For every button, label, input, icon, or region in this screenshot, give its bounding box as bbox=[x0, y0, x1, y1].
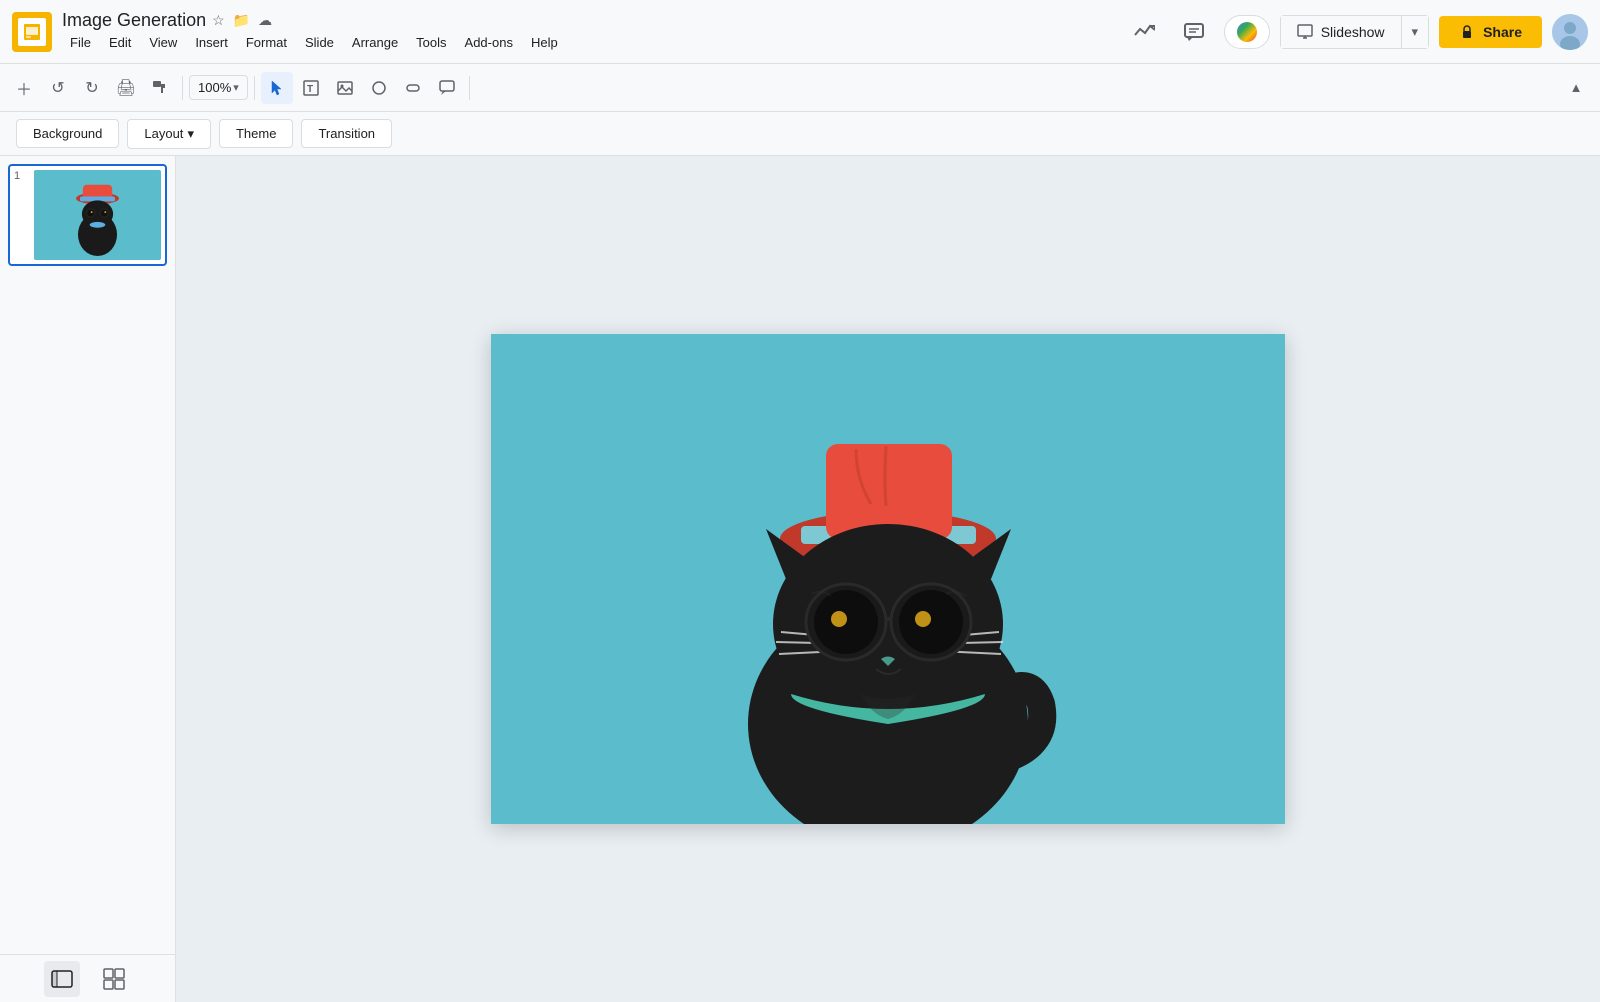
slideshow-main-button[interactable]: Slideshow bbox=[1280, 15, 1402, 49]
layout-dropdown-icon: ▾ bbox=[187, 126, 194, 142]
app-logo-inner bbox=[18, 18, 46, 46]
filmstrip-view-button[interactable] bbox=[44, 961, 80, 997]
layout-label: Layout bbox=[144, 126, 183, 141]
select-tool-button[interactable] bbox=[261, 72, 293, 104]
line-tool-button[interactable] bbox=[397, 72, 429, 104]
paint-format-button[interactable] bbox=[144, 72, 176, 104]
grid-view-icon bbox=[103, 968, 125, 990]
background-label: Background bbox=[33, 126, 102, 141]
image-tool-button[interactable] bbox=[329, 72, 361, 104]
slide-content-svg bbox=[491, 334, 1285, 824]
meet-button[interactable] bbox=[1224, 15, 1270, 49]
slide-thumb-image-1 bbox=[34, 170, 161, 260]
collapse-toolbar-button[interactable]: ▲ bbox=[1560, 72, 1592, 104]
share-label: Share bbox=[1483, 24, 1522, 40]
lock-icon bbox=[1459, 24, 1475, 40]
line-tool-icon bbox=[404, 79, 422, 97]
activity-icon bbox=[1133, 21, 1155, 43]
toolbar-separator-2 bbox=[254, 76, 255, 100]
grid-view-button[interactable] bbox=[96, 961, 132, 997]
canvas-area[interactable] bbox=[176, 156, 1600, 1002]
app-logo[interactable] bbox=[12, 12, 52, 52]
menu-view[interactable]: View bbox=[141, 31, 185, 54]
main-content: 1 bbox=[0, 156, 1600, 1002]
transition-button[interactable]: Transition bbox=[301, 119, 392, 148]
comments-icon-btn[interactable] bbox=[1174, 12, 1214, 52]
comment-icon bbox=[438, 79, 456, 97]
activity-icon-btn[interactable] bbox=[1124, 12, 1164, 52]
cursor-icon bbox=[268, 79, 286, 97]
theme-button[interactable]: Theme bbox=[219, 119, 293, 148]
menu-edit[interactable]: Edit bbox=[101, 31, 139, 54]
background-button[interactable]: Background bbox=[16, 119, 119, 148]
cloud-icon[interactable]: ☁ bbox=[258, 12, 272, 29]
doc-icons: ☆ 📁 ☁ bbox=[212, 12, 272, 29]
slide-canvas[interactable] bbox=[491, 334, 1285, 824]
menu-file[interactable]: File bbox=[62, 31, 99, 54]
slide-thumbnail-1[interactable]: 1 bbox=[8, 164, 167, 266]
doc-info: Image Generation ☆ 📁 ☁ File Edit View In… bbox=[62, 10, 566, 54]
theme-label: Theme bbox=[236, 126, 276, 141]
meet-icon bbox=[1237, 22, 1257, 42]
bottom-bar bbox=[0, 954, 176, 1002]
zoom-label: 100% bbox=[198, 80, 231, 95]
zoom-dropdown-icon: ▾ bbox=[233, 81, 239, 94]
folder-icon[interactable]: 📁 bbox=[233, 12, 250, 29]
top-bar: Image Generation ☆ 📁 ☁ File Edit View In… bbox=[0, 0, 1600, 64]
slides-logo-icon bbox=[22, 22, 42, 42]
transition-label: Transition bbox=[318, 126, 375, 141]
add-slide-button[interactable]: ＋ bbox=[8, 72, 40, 104]
redo-button[interactable]: ↻ bbox=[76, 72, 108, 104]
undo-button[interactable]: ↺ bbox=[42, 72, 74, 104]
slideshow-dropdown-button[interactable]: ▾ bbox=[1402, 15, 1430, 49]
toolbar-separator-1 bbox=[182, 76, 183, 100]
slide-number-1: 1 bbox=[14, 170, 26, 260]
text-tool-button[interactable]: T bbox=[295, 72, 327, 104]
menu-tools[interactable]: Tools bbox=[408, 31, 454, 54]
shapes-tool-button[interactable] bbox=[363, 72, 395, 104]
toolbar-separator-3 bbox=[469, 76, 470, 100]
slide-panel: 1 bbox=[0, 156, 176, 1002]
menu-arrange[interactable]: Arrange bbox=[344, 31, 406, 54]
zoom-control[interactable]: 100% ▾ bbox=[189, 75, 248, 100]
menu-bar: File Edit View Insert Format Slide Arran… bbox=[62, 31, 566, 54]
menu-addons[interactable]: Add-ons bbox=[457, 31, 521, 54]
filmstrip-icon bbox=[51, 968, 73, 990]
print-button[interactable]: 🖨 bbox=[110, 72, 142, 104]
text-tool-icon: T bbox=[302, 79, 320, 97]
user-avatar[interactable] bbox=[1552, 14, 1588, 50]
comment-tool-button[interactable] bbox=[431, 72, 463, 104]
layout-button[interactable]: Layout ▾ bbox=[127, 119, 211, 149]
star-icon[interactable]: ☆ bbox=[212, 12, 225, 29]
paint-format-icon bbox=[151, 79, 169, 97]
doc-title-row: Image Generation ☆ 📁 ☁ bbox=[62, 10, 566, 31]
thumb-cat-svg bbox=[34, 170, 161, 260]
menu-format[interactable]: Format bbox=[238, 31, 295, 54]
share-button[interactable]: Share bbox=[1439, 16, 1542, 48]
slideshow-button-group: Slideshow ▾ bbox=[1280, 15, 1429, 49]
top-bar-right: Slideshow ▾ Share bbox=[1124, 12, 1588, 52]
menu-slide[interactable]: Slide bbox=[297, 31, 342, 54]
slideshow-play-icon bbox=[1297, 24, 1313, 40]
svg-text:T: T bbox=[307, 84, 313, 95]
menu-insert[interactable]: Insert bbox=[187, 31, 236, 54]
menu-help[interactable]: Help bbox=[523, 31, 566, 54]
context-toolbar: Background Layout ▾ Theme Transition bbox=[0, 112, 1600, 156]
avatar-image bbox=[1552, 14, 1588, 50]
main-toolbar: ＋ ↺ ↻ 🖨 100% ▾ T bbox=[0, 64, 1600, 112]
doc-title: Image Generation bbox=[62, 10, 206, 31]
shapes-tool-icon bbox=[370, 79, 388, 97]
image-tool-icon bbox=[336, 79, 354, 97]
comments-icon bbox=[1183, 21, 1205, 43]
slideshow-label: Slideshow bbox=[1321, 24, 1385, 40]
